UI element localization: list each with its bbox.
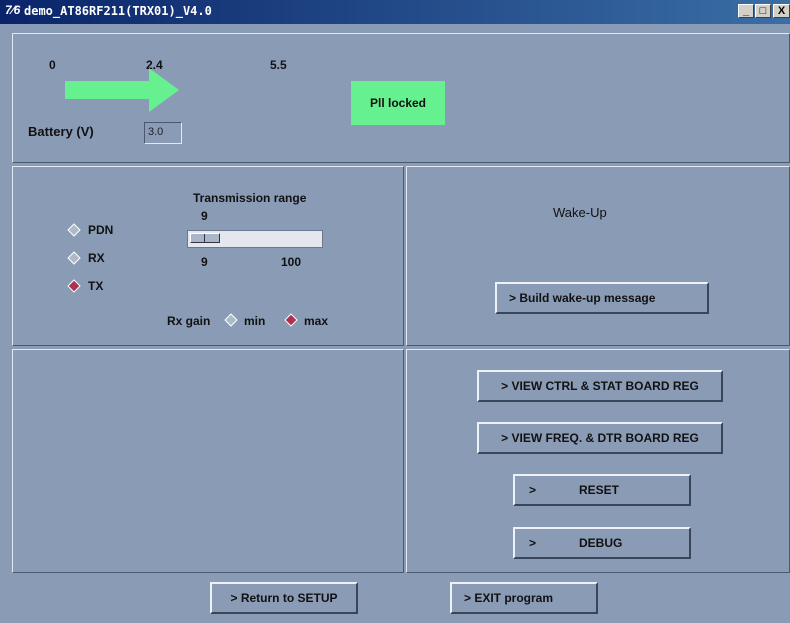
return-to-setup-button[interactable]: > Return to SETUP bbox=[210, 582, 358, 614]
rx-radio-icon[interactable] bbox=[67, 251, 81, 265]
transmission-range-slider[interactable] bbox=[187, 230, 323, 248]
transmission-range-max: 100 bbox=[281, 255, 302, 269]
tx-label: TX bbox=[88, 279, 104, 293]
battery-panel: 0 2.4 5.5 Pll locked Battery (V) 3.0 bbox=[12, 33, 790, 163]
rx-label: RX bbox=[88, 251, 105, 265]
debug-label: DEBUG bbox=[579, 536, 623, 550]
view-freq-dtr-board-reg-button[interactable]: > VIEW FREQ. & DTR BOARD REG bbox=[477, 422, 723, 454]
battery-scale-0: 0 bbox=[49, 58, 56, 72]
transmission-range-title: Transmission range bbox=[193, 191, 307, 205]
board-controls-panel: > VIEW CTRL & STAT BOARD REG > VIEW FREQ… bbox=[406, 349, 790, 573]
pdn-radio-icon[interactable] bbox=[67, 223, 81, 237]
debug-arrow: > bbox=[529, 536, 537, 550]
title-bar: 7⁄6 demo_AT86RF211(TRX01)_V4.0 _ □ X bbox=[0, 0, 790, 24]
reset-button[interactable]: > RESET bbox=[513, 474, 691, 506]
battery-scale-5-5: 5.5 bbox=[270, 58, 287, 72]
tx-radio-icon[interactable] bbox=[67, 279, 81, 293]
rx-gain-label: Rx gain bbox=[167, 314, 211, 328]
maximize-button[interactable]: □ bbox=[755, 4, 771, 18]
reset-label: RESET bbox=[579, 483, 620, 497]
transmission-range-current: 9 bbox=[201, 209, 208, 223]
reset-arrow: > bbox=[529, 483, 537, 497]
pll-status-text: Pll locked bbox=[369, 96, 427, 110]
minimize-button[interactable]: _ bbox=[738, 4, 754, 18]
wakeup-panel: Wake-Up > Build wake-up message bbox=[406, 166, 790, 346]
battery-label: Battery (V) bbox=[28, 124, 94, 139]
build-wakeup-message-button[interactable]: > Build wake-up message bbox=[495, 282, 709, 314]
app-icon: 7⁄6 bbox=[5, 3, 21, 17]
view-ctrl-stat-board-reg-button[interactable]: > VIEW CTRL & STAT BOARD REG bbox=[477, 370, 723, 402]
rx-gain-min-radio-icon[interactable] bbox=[224, 313, 238, 327]
rx-gain-max-radio-icon[interactable] bbox=[284, 313, 298, 327]
debug-button[interactable]: > DEBUG bbox=[513, 527, 691, 559]
battery-level-arrow-icon bbox=[65, 68, 179, 112]
window-title: demo_AT86RF211(TRX01)_V4.0 bbox=[24, 4, 212, 18]
battery-value-field: 3.0 bbox=[144, 122, 182, 144]
slider-thumb[interactable] bbox=[190, 233, 220, 243]
pll-status-indicator: Pll locked bbox=[351, 81, 445, 125]
rx-gain-min-label: min bbox=[244, 314, 266, 328]
exit-program-button[interactable]: > EXIT program bbox=[450, 582, 598, 614]
close-button[interactable]: X bbox=[773, 4, 790, 18]
wakeup-title: Wake-Up bbox=[553, 205, 607, 220]
bottom-left-panel bbox=[12, 349, 404, 573]
rx-gain-max-label: max bbox=[304, 314, 329, 328]
transmission-range-min: 9 bbox=[201, 255, 208, 269]
pdn-label: PDN bbox=[88, 223, 114, 237]
transmission-panel: Transmission range 9 PDN RX TX 9 100 Rx … bbox=[12, 166, 404, 346]
